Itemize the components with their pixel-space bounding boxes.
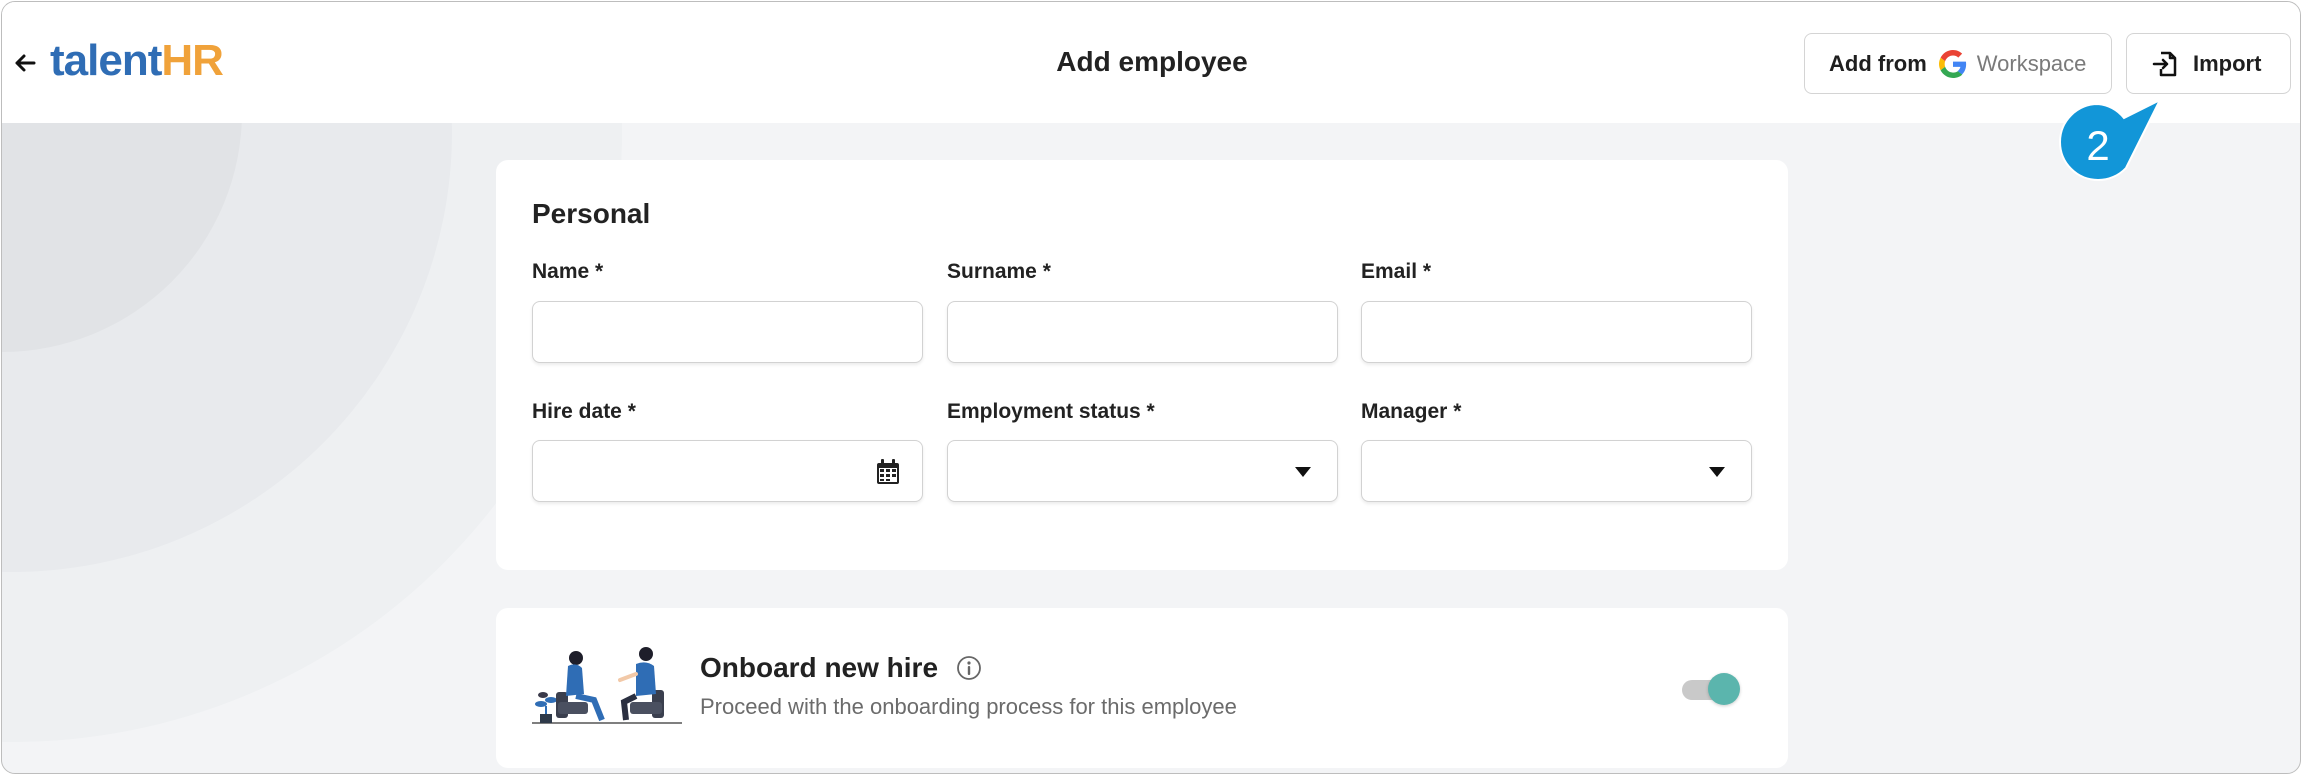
add-from-google-workspace-button[interactable]: Add from Workspace — [1804, 33, 2112, 94]
onboard-description: Proceed with the onboarding process for … — [700, 694, 1237, 719]
name-input[interactable] — [532, 301, 923, 363]
toggle-knob — [1708, 673, 1740, 705]
top-header: talentHR Add employee Add from Workspace… — [2, 2, 2300, 123]
email-input[interactable] — [1361, 301, 1752, 363]
onboard-section-card: Onboard new hire Proceed with the onboar… — [496, 608, 1788, 768]
hire-date-label: Hire date * — [532, 400, 636, 423]
surname-input[interactable] — [947, 301, 1338, 363]
import-label: Import — [2193, 50, 2262, 76]
chevron-down-icon — [1295, 467, 1311, 477]
manager-select[interactable] — [1361, 440, 1752, 502]
onboarding-illustration — [532, 647, 682, 724]
onboard-title: Onboard new hire — [700, 652, 939, 683]
chevron-down-icon — [1709, 467, 1725, 477]
google-icon — [1938, 49, 1966, 78]
section-title-personal: Personal — [532, 198, 651, 229]
hire-date-input[interactable] — [532, 440, 923, 502]
calendar-icon[interactable] — [876, 459, 900, 485]
info-icon[interactable] — [956, 655, 982, 681]
onboard-toggle[interactable] — [1682, 672, 1740, 706]
employment-status-select[interactable] — [947, 440, 1338, 502]
workspace-label: Workspace — [1976, 50, 2087, 76]
add-from-label: Add from — [1829, 50, 1927, 76]
step-marker-number: 2 — [2086, 122, 2110, 169]
import-icon — [2152, 51, 2177, 76]
name-label: Name * — [532, 260, 604, 283]
manager-label: Manager * — [1361, 400, 1462, 423]
email-label: Email * — [1361, 260, 1432, 283]
personal-section-card: Personal Name * Surname * Email * Hire d… — [496, 160, 1788, 570]
import-button[interactable]: Import — [2126, 33, 2291, 94]
employment-status-label: Employment status * — [947, 400, 1155, 423]
app-window: talentHR Add employee Add from Workspace… — [1, 1, 2301, 774]
surname-label: Surname * — [947, 260, 1051, 283]
